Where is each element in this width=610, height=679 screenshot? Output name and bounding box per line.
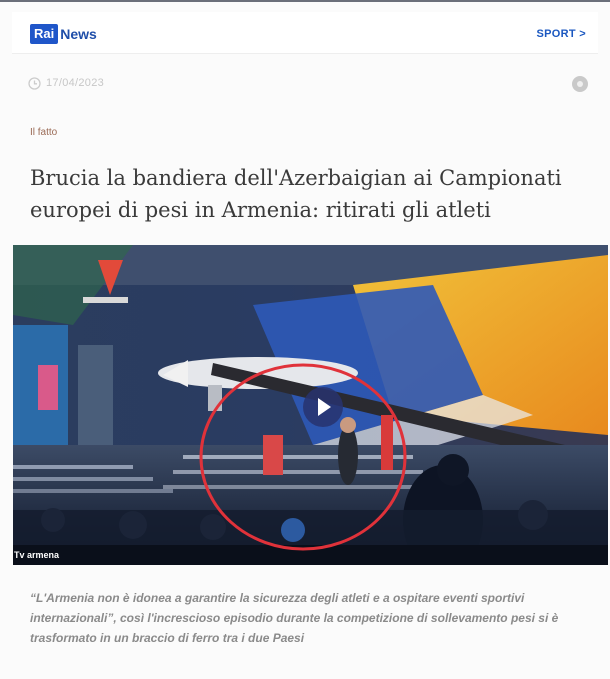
publish-date: 17/04/2023 — [46, 77, 105, 89]
logo-news: News — [60, 26, 97, 42]
rainews-logo[interactable]: Rai News — [30, 24, 97, 44]
sport-section-link[interactable]: SPORT > — [537, 28, 586, 40]
site-header: Rai News SPORT > — [12, 12, 598, 54]
share-icon[interactable] — [572, 76, 588, 92]
article-kicker: Il fatto — [30, 127, 58, 138]
video-player[interactable] — [13, 245, 608, 565]
video-source-label: Tv armena — [14, 550, 60, 560]
article-headline: Brucia la bandiera dell'Azerbaigian ai C… — [30, 166, 562, 222]
date-row: 17/04/2023 — [28, 76, 588, 94]
logo-rai: Rai — [30, 24, 59, 44]
clock-icon — [28, 77, 41, 90]
article-summary: “L'Armenia non è idonea a garantire la s… — [30, 591, 559, 645]
page-frame: Rai News SPORT > 17/04/2023 Il fatto Bru… — [0, 0, 610, 679]
play-icon[interactable] — [303, 387, 343, 427]
